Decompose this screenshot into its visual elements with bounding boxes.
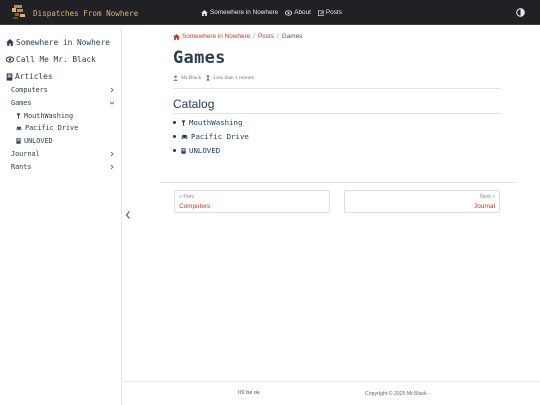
eye-icon [285,9,293,16]
catalog-heading: Catalog [173,97,215,111]
sidebar-item-pacific-drive[interactable]: Pacific Drive [16,124,78,132]
breadcrumb-separator: / [253,33,255,40]
bullet [173,135,176,138]
catalog-item-pacific-drive[interactable]: Pacific Drive [173,132,249,141]
sidebar-item-about[interactable]: Call Me Mr. Black [6,55,96,64]
nav-links: Somewhere in Nowhere About Posts [201,0,349,25]
post-author: Mr.Black [181,75,202,81]
footer-divider [123,381,540,382]
home-icon [6,39,14,46]
sidebar-item-mouthwashing[interactable]: MouthWashing [16,112,73,120]
brand-logo [11,4,27,20]
nav-link-label: About [294,9,311,16]
edit-icon [317,10,324,16]
chevron-right-icon [110,87,114,93]
sidebar-section-label: Journal [11,150,40,158]
nav-link-about[interactable]: About [285,9,311,16]
sidebar-item-label: Articles [15,72,53,81]
main-content: Somewhere in Nowhere / Posts / Games Gam… [123,26,540,405]
sidebar-item-articles[interactable]: Articles [6,72,53,81]
sidebar-section-computers[interactable]: Computers [11,86,115,94]
next-title: Journal [474,203,495,210]
sidebar-item-label: Pacific Drive [25,124,79,132]
sidebar-section-games[interactable]: Games [11,99,115,107]
book-icon [181,147,186,154]
nav-link-posts[interactable]: Posts [317,9,342,16]
sidebar-section-label: Games [11,99,32,107]
home-icon [201,9,208,16]
catalog-item-unloved[interactable]: UNLOVED [173,146,220,155]
car-icon [16,126,22,130]
post-meta: Mr.Black Less than 1 minute [173,75,254,81]
sidebar: Somewhere in Nowhere Call Me Mr. Black A… [0,26,122,405]
prev-page-link[interactable]: « Prev Computers [174,190,330,213]
bullet [173,121,176,124]
catalog-item-label: MouthWashing [189,118,243,127]
breadcrumb-separator: / [276,33,279,40]
book-icon [16,138,21,144]
prev-hint: « Prev [179,194,194,200]
chevron-right-icon [110,164,114,170]
hourglass-icon [206,75,210,81]
sidebar-item-label: MouthWashing [24,112,74,120]
catalog-item-mouthwashing[interactable]: MouthWashing [173,118,242,127]
next-hint: Next » [480,194,495,200]
page-title: Games [173,48,226,68]
breadcrumb: Somewhere in Nowhere / Posts / Games [173,33,302,40]
reading-time: Less than 1 minute [213,75,255,81]
sidebar-section-rants[interactable]: Rants [11,163,115,171]
breadcrumb-home[interactable]: Somewhere in Nowhere [182,33,250,40]
sidebar-item-unloved[interactable]: UNLOVED [16,137,53,145]
chevron-right-icon [110,151,114,157]
sidebar-section-label: Rants [11,163,32,171]
home-icon [173,33,180,40]
divider [173,88,501,89]
car-icon [181,134,188,139]
sidebar-section-journal[interactable]: Journal [11,150,115,158]
nav-link-home[interactable]: Somewhere in Nowhere [201,9,278,16]
glass-icon [16,113,21,119]
user-icon [173,75,178,81]
sidebar-item-label: UNLOVED [24,137,53,145]
chevron-down-icon [109,101,115,105]
footer-message: It'll be ok [238,390,260,396]
bullet [173,149,176,152]
divider [173,113,501,114]
book-icon [6,72,13,81]
prev-title: Computers [179,203,211,210]
sidebar-item-label: Call Me Mr. Black [16,55,96,64]
sidebar-item-label: Somewhere in Nowhere [16,38,110,47]
eye-icon [6,56,14,63]
brand-title: Dispatches From Nowhere [33,9,139,18]
brand[interactable]: Dispatches From Nowhere [11,4,138,20]
footer-copyright: Copyright © 2025 Mr.Black [365,391,427,397]
breadcrumb-posts[interactable]: Posts [258,33,274,40]
contrast-icon[interactable] [516,8,525,17]
top-navbar: Dispatches From Nowhere Somewhere in Now… [0,0,540,25]
nav-link-label: Posts [325,9,342,16]
catalog-item-label: UNLOVED [189,146,221,155]
breadcrumb-current: Games [281,33,303,40]
glass-icon [181,119,186,126]
next-page-link[interactable]: Next » Journal [344,190,500,213]
sidebar-section-label: Computers [11,86,48,94]
divider [160,182,516,183]
catalog-item-label: Pacific Drive [191,132,249,141]
sidebar-item-home[interactable]: Somewhere in Nowhere [6,38,110,47]
nav-link-label: Somewhere in Nowhere [210,9,279,16]
